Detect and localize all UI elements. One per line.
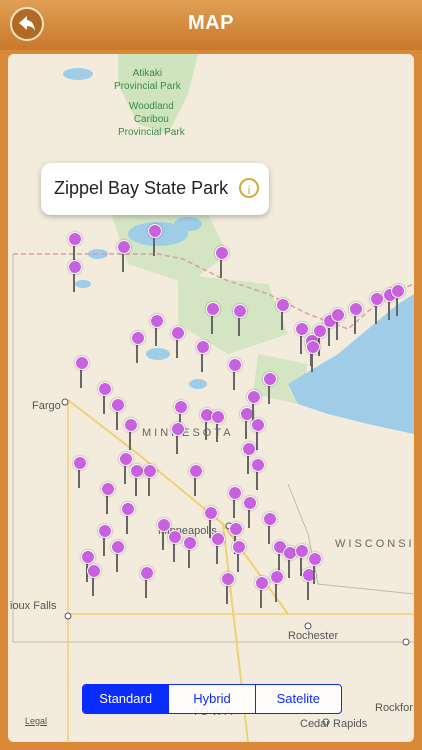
location-pin[interactable] <box>242 442 256 474</box>
place-sioux-falls: ioux Falls <box>10 600 57 612</box>
place-fargo: Fargo <box>32 400 61 412</box>
location-pin[interactable] <box>140 566 154 598</box>
location-pin[interactable] <box>119 452 133 484</box>
location-pin[interactable] <box>263 512 277 544</box>
location-pin[interactable] <box>349 302 363 334</box>
location-pin[interactable] <box>221 572 235 604</box>
callout-title: Zippel Bay State Park <box>54 178 229 198</box>
map-view[interactable]: Atikaki Provincial Park Woodland Caribou… <box>8 54 414 742</box>
location-pin[interactable] <box>101 482 115 514</box>
location-pin[interactable] <box>171 326 185 358</box>
location-pin[interactable] <box>306 340 320 372</box>
location-pin[interactable] <box>183 536 197 568</box>
place-cedar-rapids: Cedar Rapids <box>300 718 368 730</box>
place-minnesota: MINNESOTA <box>142 427 234 439</box>
location-pin[interactable] <box>131 331 145 363</box>
location-pin[interactable] <box>98 382 112 414</box>
location-pin[interactable] <box>383 288 397 320</box>
location-pin[interactable] <box>168 530 182 562</box>
location-pin[interactable] <box>189 464 203 496</box>
map-type-selector[interactable]: Standard Hybrid Satelite <box>82 684 342 714</box>
location-pin[interactable] <box>391 284 405 316</box>
location-pin[interactable] <box>143 464 157 496</box>
location-pin[interactable] <box>117 240 131 272</box>
location-pin[interactable] <box>215 246 229 278</box>
location-pin[interactable] <box>323 314 337 346</box>
location-pin[interactable] <box>295 322 309 354</box>
location-pin[interactable] <box>171 422 185 454</box>
location-pin[interactable] <box>276 298 290 330</box>
location-pin[interactable] <box>73 456 87 488</box>
location-pin[interactable] <box>251 458 265 490</box>
location-pin[interactable] <box>206 302 220 334</box>
header-bar: MAP <box>0 0 422 50</box>
map-type-satellite[interactable]: Satelite <box>256 685 341 713</box>
location-pin[interactable] <box>255 576 269 608</box>
location-pin[interactable] <box>308 552 322 584</box>
location-pin[interactable] <box>211 410 225 442</box>
place-woodland-caribou: Woodland Caribou Provincial Park <box>118 101 185 138</box>
location-pin[interactable] <box>270 570 284 602</box>
page-title: MAP <box>188 12 234 34</box>
map-background <box>8 54 414 742</box>
place-atikaki: Atikaki Provincial Park <box>114 68 181 92</box>
legal-link[interactable]: Legal <box>25 716 47 726</box>
location-pin[interactable] <box>157 518 171 550</box>
location-pin[interactable] <box>263 372 277 404</box>
location-pin[interactable] <box>273 540 287 572</box>
location-pin[interactable] <box>124 418 138 450</box>
place-rockford: Rockfor <box>375 702 413 714</box>
location-pin[interactable] <box>148 224 162 256</box>
location-pin[interactable] <box>196 340 210 372</box>
location-pin[interactable] <box>111 398 125 430</box>
location-pin[interactable] <box>243 496 257 528</box>
place-wisconsin: WISCONSIN <box>335 538 414 550</box>
location-pin[interactable] <box>302 568 316 600</box>
location-pin[interactable] <box>87 564 101 596</box>
location-pin[interactable] <box>204 506 218 538</box>
location-pin[interactable] <box>130 464 144 496</box>
info-icon[interactable]: i <box>239 178 259 198</box>
location-pin[interactable] <box>228 358 242 390</box>
location-pin[interactable] <box>111 540 125 572</box>
location-pin[interactable] <box>150 314 164 346</box>
location-pin[interactable] <box>228 486 242 518</box>
location-pin[interactable] <box>232 540 246 572</box>
location-pin[interactable] <box>200 408 214 440</box>
location-pin[interactable] <box>370 292 384 324</box>
location-pin[interactable] <box>75 356 89 388</box>
place-rochester: Rochester <box>288 630 339 642</box>
map-callout[interactable]: Zippel Bay State Park i <box>41 163 269 215</box>
location-pin[interactable] <box>331 308 345 340</box>
location-pin[interactable] <box>68 260 82 292</box>
location-pin[interactable] <box>283 546 297 578</box>
location-pin[interactable] <box>98 524 112 556</box>
location-pin[interactable] <box>121 502 135 534</box>
location-pin[interactable] <box>211 532 225 564</box>
map-type-standard[interactable]: Standard <box>83 685 170 713</box>
map-type-hybrid[interactable]: Hybrid <box>169 685 256 713</box>
location-pin[interactable] <box>233 304 247 336</box>
location-pin[interactable] <box>240 407 254 439</box>
location-pin[interactable] <box>251 418 265 450</box>
